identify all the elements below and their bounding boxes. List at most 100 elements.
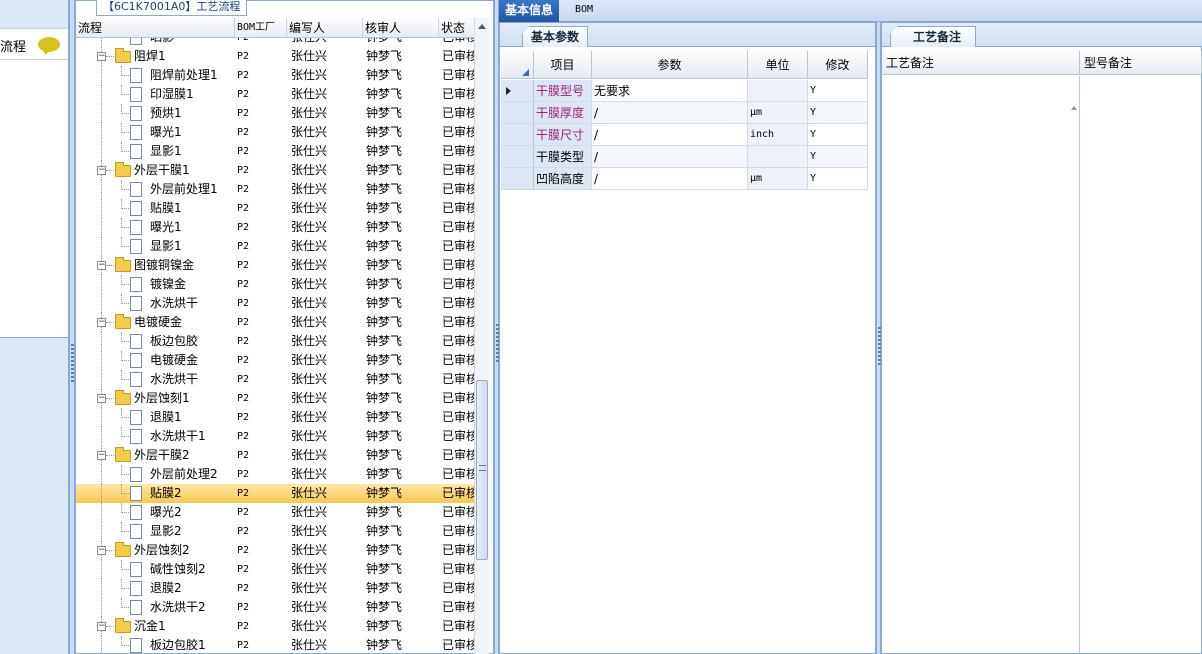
tree-row[interactable]: − 外层蚀刻1 P2 张仕兴 钟梦飞 已审核 bbox=[76, 389, 474, 408]
tree-row[interactable]: 阻焊前处理1 P2 张仕兴 钟梦飞 已审核 bbox=[76, 66, 474, 85]
param-unit-cell[interactable] bbox=[748, 80, 808, 102]
row-indicator[interactable] bbox=[501, 168, 534, 190]
tree-row[interactable]: 电镀硬金 P2 张仕兴 钟梦飞 已审核 bbox=[76, 351, 474, 370]
param-row[interactable]: 干膜厚度 / μm Y bbox=[501, 102, 873, 124]
model-note-field[interactable] bbox=[1080, 76, 1202, 654]
collapse-toggle-icon[interactable]: − bbox=[97, 52, 106, 61]
param-value-cell[interactable]: / bbox=[592, 168, 748, 190]
param-unit-cell[interactable] bbox=[748, 146, 808, 168]
col-header-status[interactable]: 状态 bbox=[439, 18, 479, 38]
param-row[interactable]: 干膜型号 无要求 Y bbox=[501, 80, 873, 102]
scrollbar-thumb[interactable] bbox=[476, 380, 488, 560]
tree-row[interactable]: − 图镀铜镍金 P2 张仕兴 钟梦飞 已审核 bbox=[76, 256, 474, 275]
tree-row[interactable]: 贴膜1 P2 张仕兴 钟梦飞 已审核 bbox=[76, 199, 474, 218]
tree-row[interactable]: 水洗烘干 P2 张仕兴 钟梦飞 已审核 bbox=[76, 294, 474, 313]
collapse-toggle-icon[interactable]: − bbox=[97, 394, 106, 403]
param-value-cell[interactable]: 无要求 bbox=[592, 80, 748, 102]
tree-line bbox=[101, 408, 102, 427]
scroll-up-arrow-icon[interactable] bbox=[1071, 106, 1077, 110]
param-row[interactable]: 干膜类型 / Y bbox=[501, 146, 873, 168]
tree-row[interactable]: 水洗烘干2 P2 张仕兴 钟梦飞 已审核 bbox=[76, 598, 474, 617]
collapse-toggle-icon[interactable]: − bbox=[97, 546, 106, 555]
param-value-cell[interactable]: / bbox=[592, 124, 748, 146]
collapse-toggle-icon[interactable]: − bbox=[97, 622, 106, 631]
collapse-toggle-icon[interactable]: − bbox=[97, 166, 106, 175]
speech-bubble-icon[interactable] bbox=[38, 37, 60, 55]
tree-row[interactable]: − 外层干膜2 P2 张仕兴 钟梦飞 已审核 bbox=[76, 446, 474, 465]
tree-row[interactable]: − 沉金1 P2 张仕兴 钟梦飞 已审核 bbox=[76, 617, 474, 636]
tree-row[interactable]: − 外层干膜1 P2 张仕兴 钟梦飞 已审核 bbox=[76, 161, 474, 180]
tree-vertical-scrollbar[interactable] bbox=[474, 18, 489, 654]
col-header-param[interactable]: 参数 bbox=[592, 51, 748, 79]
param-value-cell[interactable]: / bbox=[592, 146, 748, 168]
param-item-cell[interactable]: 干膜类型 bbox=[534, 146, 592, 168]
param-item-cell[interactable]: 干膜型号 bbox=[534, 80, 592, 102]
tree-row[interactable]: 外层前处理2 P2 张仕兴 钟梦飞 已审核 bbox=[76, 465, 474, 484]
scroll-up-arrow-icon[interactable] bbox=[478, 24, 486, 29]
row-indicator[interactable] bbox=[501, 80, 534, 102]
tree-row[interactable]: 预烘1 P2 张仕兴 钟梦飞 已审核 bbox=[76, 104, 474, 123]
tree-row[interactable]: 印湿膜1 P2 张仕兴 钟梦飞 已审核 bbox=[76, 85, 474, 104]
tree-row[interactable]: 退膜2 P2 张仕兴 钟梦飞 已审核 bbox=[76, 579, 474, 598]
tab-bom[interactable]: BOM bbox=[569, 0, 599, 22]
tree-row[interactable]: 退膜1 P2 张仕兴 钟梦飞 已审核 bbox=[76, 408, 474, 427]
tree-row[interactable]: 曝光2 P2 张仕兴 钟梦飞 已审核 bbox=[76, 503, 474, 522]
tree-row[interactable]: 曝光1 P2 张仕兴 钟梦飞 已审核 bbox=[76, 218, 474, 237]
status-cell: 已审核 bbox=[442, 87, 474, 101]
param-item-cell[interactable]: 干膜尺寸 bbox=[534, 124, 592, 146]
tree-row[interactable]: 显影1 P2 张仕兴 钟梦飞 已审核 bbox=[76, 142, 474, 161]
collapse-toggle-icon[interactable]: − bbox=[97, 261, 106, 270]
tree-row[interactable]: 显影2 P2 张仕兴 钟梦飞 已审核 bbox=[76, 522, 474, 541]
tab-process-notes[interactable]: 工艺备注 bbox=[890, 26, 977, 47]
col-header-bom[interactable]: BOM工厂 bbox=[235, 18, 287, 38]
param-modify-cell[interactable]: Y bbox=[808, 102, 868, 124]
param-row[interactable]: 干膜尺寸 / inch Y bbox=[501, 124, 873, 146]
tree-row[interactable]: 水洗烘干1 P2 张仕兴 钟梦飞 已审核 bbox=[76, 427, 474, 446]
param-item-cell[interactable]: 凹陷高度 bbox=[534, 168, 592, 190]
tree-row[interactable]: − 外层蚀刻2 P2 张仕兴 钟梦飞 已审核 bbox=[76, 541, 474, 560]
param-modify-cell[interactable]: Y bbox=[808, 124, 868, 146]
collapse-toggle-icon[interactable]: − bbox=[97, 451, 106, 460]
tab-basic-params[interactable]: 基本参数 bbox=[522, 26, 589, 47]
tab-basic-info[interactable]: 基本信息 bbox=[499, 0, 560, 22]
col-header-reviewer[interactable]: 核审人 bbox=[363, 18, 439, 38]
bom-factory-cell: P2 bbox=[237, 355, 250, 366]
tree-row[interactable]: 板边包胶 P2 张仕兴 钟梦飞 已审核 bbox=[76, 332, 474, 351]
tree-line bbox=[101, 104, 102, 123]
col-header-flow[interactable]: 流程 bbox=[76, 18, 235, 38]
tree-row[interactable]: 显影1 P2 张仕兴 钟梦飞 已审核 bbox=[76, 237, 474, 256]
col-header-item[interactable]: 项目 bbox=[534, 51, 592, 79]
collapse-toggle-icon[interactable]: − bbox=[97, 318, 106, 327]
tree-row[interactable]: − 阻焊1 P2 张仕兴 钟梦飞 已审核 bbox=[76, 47, 474, 66]
tree-row[interactable]: 贴膜2 P2 张仕兴 钟梦飞 已审核 bbox=[76, 484, 474, 503]
tree-row[interactable]: 碱性蚀刻2 P2 张仕兴 钟梦飞 已审核 bbox=[76, 560, 474, 579]
tree-node-label: 图镀铜镍金 bbox=[134, 258, 195, 272]
col-header-unit[interactable]: 单位 bbox=[748, 51, 808, 79]
param-unit-cell[interactable]: μm bbox=[748, 168, 808, 190]
param-modify-cell[interactable]: Y bbox=[808, 146, 868, 168]
tree-row[interactable]: − 电镀硬金 P2 张仕兴 钟梦飞 已审核 bbox=[76, 313, 474, 332]
param-unit-cell[interactable]: inch bbox=[748, 124, 808, 146]
row-indicator[interactable] bbox=[501, 102, 534, 124]
tree-row[interactable]: 晒影P2 张仕兴钟梦飞已审核 bbox=[76, 38, 474, 47]
tree-row[interactable]: 镀镍金 P2 张仕兴 钟梦飞 已审核 bbox=[76, 275, 474, 294]
process-note-field[interactable] bbox=[882, 76, 1080, 654]
tree-row[interactable]: 板边包胶1 P2 张仕兴 钟梦飞 已审核 bbox=[76, 636, 474, 654]
row-indicator[interactable] bbox=[501, 146, 534, 168]
param-row[interactable]: 凹陷高度 / μm Y bbox=[501, 168, 873, 190]
row-indicator[interactable] bbox=[501, 124, 534, 146]
param-modify-cell[interactable]: Y bbox=[808, 80, 868, 102]
basic-params-tabstrip: 基本参数 bbox=[500, 23, 875, 47]
tree-row[interactable]: 外层前处理1 P2 张仕兴 钟梦飞 已审核 bbox=[76, 180, 474, 199]
bom-factory-cell: P2 bbox=[237, 526, 250, 537]
col-header-modify[interactable]: 修改 bbox=[808, 51, 868, 79]
process-tree[interactable]: 晒影P2张仕兴钟梦飞已审核−阻焊1P2张仕兴钟梦飞已审核阻焊前处理1P2张仕兴钟… bbox=[76, 38, 474, 654]
param-modify-cell[interactable]: Y bbox=[808, 168, 868, 190]
status-cell: 已审核 bbox=[442, 581, 474, 595]
col-header-writer[interactable]: 编写人 bbox=[287, 18, 363, 38]
param-value-cell[interactable]: / bbox=[592, 102, 748, 124]
tree-row[interactable]: 水洗烘干 P2 张仕兴 钟梦飞 已审核 bbox=[76, 370, 474, 389]
param-item-cell[interactable]: 干膜厚度 bbox=[534, 102, 592, 124]
tree-row[interactable]: 曝光1 P2 张仕兴 钟梦飞 已审核 bbox=[76, 123, 474, 142]
param-unit-cell[interactable]: μm bbox=[748, 102, 808, 124]
